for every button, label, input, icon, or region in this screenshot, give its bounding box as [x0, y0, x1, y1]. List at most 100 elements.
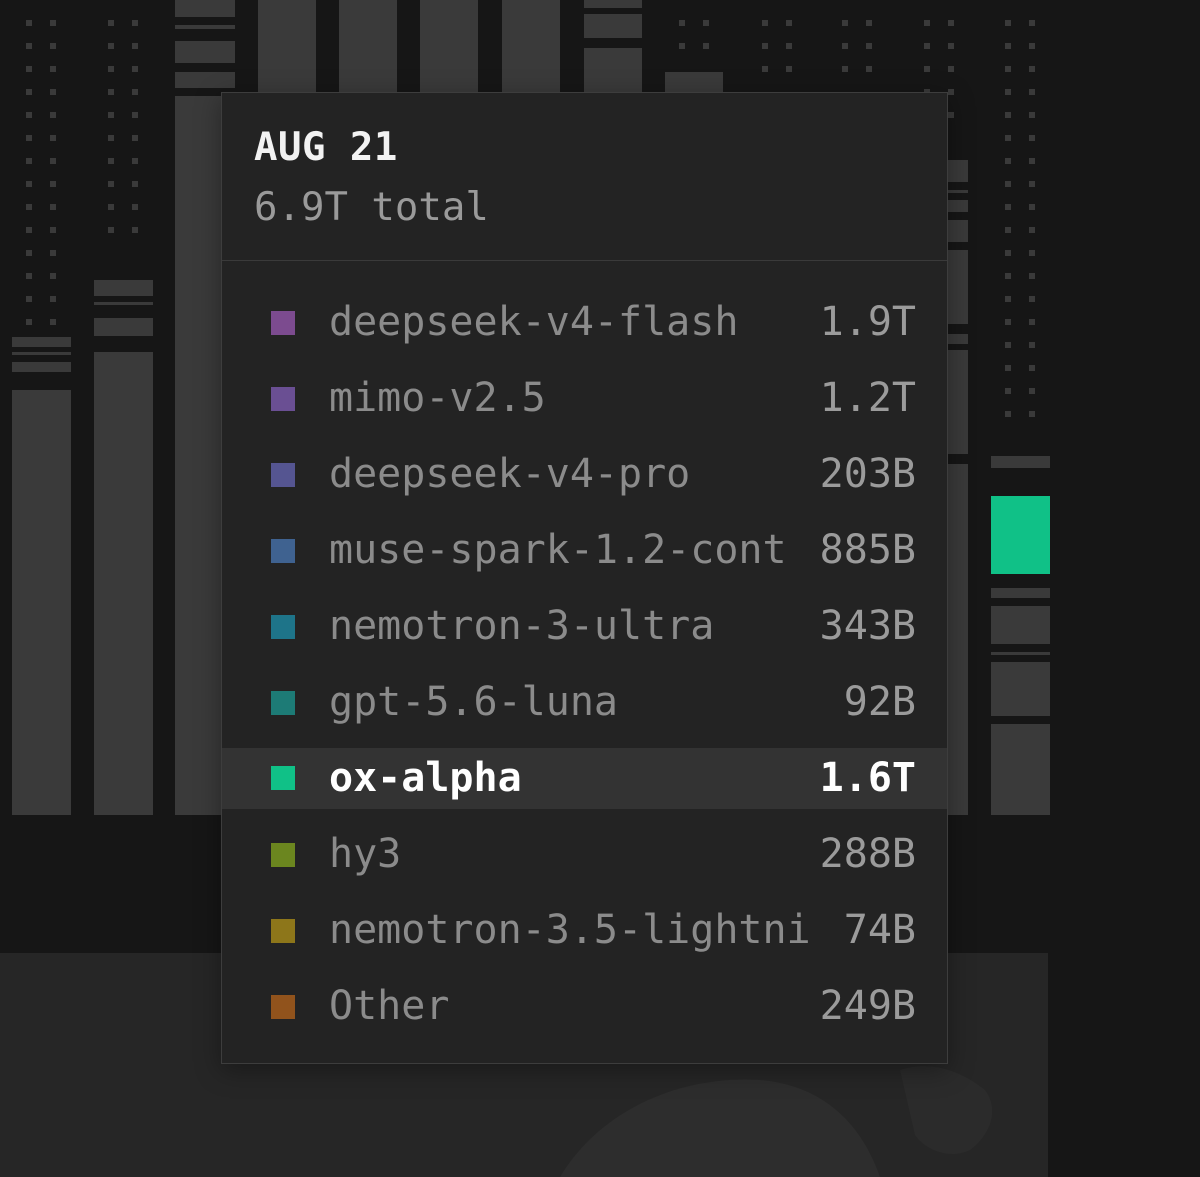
bar-dot-segment — [108, 135, 114, 141]
bar-segment — [12, 362, 71, 372]
series-name: muse-spark-1.2-cont — [329, 527, 787, 573]
bar-dot-segment — [50, 273, 56, 279]
bar-dot-segment — [50, 89, 56, 95]
bar-segment — [94, 352, 153, 815]
bar-dot-segment — [1029, 250, 1035, 256]
bar-dot-segment — [1005, 296, 1011, 302]
legend-swatch-icon — [271, 766, 295, 790]
tooltip-row-gpt-5-6-luna: gpt-5.6-luna 92B — [222, 665, 947, 741]
bar-dot-segment — [1029, 43, 1035, 49]
bar-dot-segment — [948, 20, 954, 26]
bar-dot-segment — [1029, 158, 1035, 164]
series-name: deepseek-v4-pro — [329, 451, 691, 497]
bar-dot-segment — [1029, 181, 1035, 187]
bar-dot-segment — [50, 66, 56, 72]
bar-dot-segment — [26, 158, 32, 164]
bar-dot-segment — [132, 181, 138, 187]
bar-dot-segment — [26, 20, 32, 26]
bar-dot-segment — [132, 158, 138, 164]
bar-dot-segment — [679, 20, 685, 26]
bar-dot-segment — [26, 89, 32, 95]
bar-dot-segment — [1005, 43, 1011, 49]
bar-dot-segment — [948, 89, 954, 95]
legend-swatch-icon — [271, 615, 295, 639]
tooltip-row-mimo-v2-5: mimo-v2.5 1.2T — [222, 361, 947, 437]
bar-dot-segment — [50, 204, 56, 210]
bar-segment — [175, 0, 235, 17]
bar-dot-segment — [1029, 411, 1035, 417]
bar-dot-segment — [924, 66, 930, 72]
bar-dot-segment — [108, 43, 114, 49]
series-value: 288B — [819, 831, 916, 877]
tooltip-series-list: deepseek-v4-flash 1.9T mimo-v2.5 1.2T de… — [222, 285, 947, 1045]
bar-dot-segment — [26, 43, 32, 49]
tooltip-row-other: Other 249B — [222, 969, 947, 1045]
bar-segment — [991, 606, 1050, 644]
bar-dot-segment — [132, 43, 138, 49]
bar-dot-segment — [50, 43, 56, 49]
legend-swatch-icon — [271, 919, 295, 943]
bar-dot-segment — [786, 43, 792, 49]
series-name: nemotron-3-ultra — [329, 603, 715, 649]
bar-segment — [12, 390, 71, 815]
bar-dot-segment — [786, 20, 792, 26]
bar-dot-segment — [108, 20, 114, 26]
bar-dot-segment — [26, 227, 32, 233]
bar-dot-segment — [948, 43, 954, 49]
series-name: nemotron-3.5-lightni — [329, 907, 809, 953]
bar-dot-segment — [26, 66, 32, 72]
bar-segment — [12, 337, 71, 347]
bar-dot-segment — [762, 66, 768, 72]
bar-dot-segment — [1005, 342, 1011, 348]
bar-dot-segment — [1005, 66, 1011, 72]
tooltip-row-nemotron-3-5-lightning: nemotron-3.5-lightni 74B — [222, 893, 947, 969]
bar-dot-segment — [762, 43, 768, 49]
legend-swatch-icon — [271, 843, 295, 867]
series-value: 1.9T — [819, 299, 916, 345]
bar-segment — [175, 25, 235, 29]
bar-dot-segment — [866, 20, 872, 26]
legend-swatch-icon — [271, 995, 295, 1019]
bar-segment — [991, 588, 1050, 598]
bar-dot-segment — [26, 319, 32, 325]
bar-dot-segment — [108, 66, 114, 72]
bar-segment — [991, 456, 1050, 468]
series-value: 92B — [843, 679, 916, 725]
bar-dot-segment — [924, 43, 930, 49]
bar-dot-segment — [1029, 89, 1035, 95]
bar-dot-segment — [842, 20, 848, 26]
series-name: Other — [329, 983, 450, 1029]
tooltip-row-nemotron-3-ultra: nemotron-3-ultra 343B — [222, 589, 947, 665]
legend-swatch-icon — [271, 539, 295, 563]
bar-dot-segment — [26, 204, 32, 210]
bar-dot-segment — [842, 43, 848, 49]
bar-dot-segment — [50, 296, 56, 302]
bar-dot-segment — [679, 43, 685, 49]
series-value: 74B — [843, 907, 916, 953]
bar-dot-segment — [1005, 181, 1011, 187]
bar-dot-segment — [1005, 250, 1011, 256]
bar-dot-segment — [26, 112, 32, 118]
bar-dot-segment — [924, 20, 930, 26]
bar-dot-segment — [1005, 273, 1011, 279]
bar-dot-segment — [1029, 20, 1035, 26]
bar-segment — [584, 14, 642, 38]
bar-dot-segment — [1029, 296, 1035, 302]
bar-dot-segment — [1029, 342, 1035, 348]
legend-swatch-icon — [271, 691, 295, 715]
bar-dot-segment — [108, 181, 114, 187]
bar-dot-segment — [1005, 365, 1011, 371]
bar-dot-segment — [50, 319, 56, 325]
bar-dot-segment — [1029, 204, 1035, 210]
bar-dot-segment — [866, 43, 872, 49]
bar-dot-segment — [50, 158, 56, 164]
bar-dot-segment — [26, 135, 32, 141]
series-value: 343B — [819, 603, 916, 649]
tooltip-header: AUG 21 6.9T total — [222, 93, 947, 261]
bar-dot-segment — [1029, 135, 1035, 141]
series-value: 1.2T — [819, 375, 916, 421]
bar-dot-segment — [26, 296, 32, 302]
series-name: ox-alpha — [329, 755, 522, 801]
tooltip-row-muse-spark: muse-spark-1.2-cont 885B — [222, 513, 947, 589]
bar-dot-segment — [132, 227, 138, 233]
